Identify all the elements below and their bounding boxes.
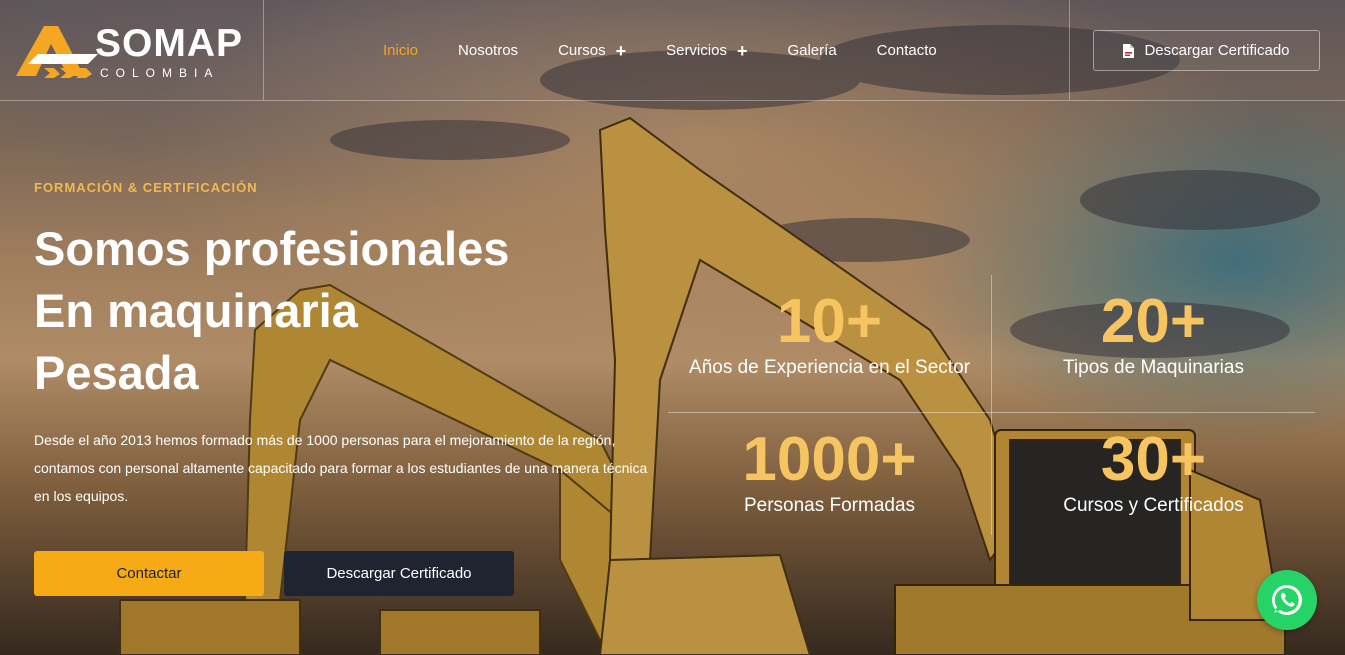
nav-item-label: Inicio — [383, 42, 419, 59]
nav-item-galeria[interactable]: Galería — [787, 41, 836, 61]
stat-label: Cursos y Certificados — [1063, 495, 1244, 516]
stat-label: Tipos de Maquinarias — [1063, 357, 1244, 378]
nav-item-label: Nosotros — [458, 42, 519, 59]
stats-divider-horizontal — [668, 412, 1315, 413]
nav-item-label: Contacto — [876, 42, 937, 59]
nav-item-cursos[interactable]: Cursos + — [558, 41, 626, 61]
nav-item-nosotros[interactable]: Nosotros — [458, 41, 518, 61]
header-actions: Descargar Certificado — [1069, 0, 1345, 100]
headline-line: Somos profesionales — [34, 222, 510, 275]
site-header: SOMAP COLOMBIA Inicio Nosotros Cursos + … — [0, 0, 1345, 101]
stat-experience: 10+ Años de Experiencia en el Sector — [668, 287, 991, 379]
hero-description: Desde el año 2013 hemos formado más de 1… — [34, 432, 648, 504]
stat-value: 10+ — [776, 287, 883, 356]
stats-grid: 10+ Años de Experiencia en el Sector 20+… — [668, 275, 1315, 535]
nav-item-label: Servicios — [666, 42, 727, 59]
nav-item-label: Galería — [787, 42, 837, 59]
stat-value: 20+ — [1100, 287, 1207, 356]
main-nav: Inicio Nosotros Cursos + Servicios + Gal… — [383, 41, 977, 61]
logo[interactable]: SOMAP COLOMBIA — [0, 0, 264, 100]
nav-item-label: Cursos — [558, 42, 606, 59]
download-certificate-label: Descargar Certificado — [1144, 42, 1290, 59]
logo-wordmark: SOMAP — [95, 22, 244, 65]
pdf-file-icon — [1123, 43, 1135, 58]
download-certificate-button[interactable]: Descargar Certificado — [284, 551, 514, 596]
stat-label: Años de Experiencia en el Sector — [689, 357, 970, 378]
stat-people-trained: 1000+ Personas Formadas — [668, 425, 991, 517]
logo-mark-icon — [16, 26, 98, 78]
whatsapp-button[interactable] — [1257, 570, 1317, 630]
hero-headline: Somos profesionales En maquinaria Pesada — [34, 218, 509, 404]
nav-item-servicios[interactable]: Servicios + — [666, 41, 747, 61]
headline-line: En maquinaria — [34, 284, 358, 337]
plus-icon[interactable]: + — [737, 41, 748, 61]
nav-item-contacto[interactable]: Contacto — [877, 41, 937, 61]
nav-item-inicio[interactable]: Inicio — [383, 41, 418, 61]
whatsapp-icon — [1272, 585, 1302, 615]
stat-label: Personas Formadas — [743, 495, 916, 516]
plus-icon[interactable]: + — [616, 41, 627, 61]
contact-button[interactable]: Contactar — [34, 551, 264, 596]
logo-subtitle: COLOMBIA — [100, 66, 220, 80]
stat-value: 1000+ — [742, 425, 917, 494]
stat-value: 30+ — [1100, 425, 1207, 494]
hero-eyebrow: FORMACIÓN & CERTIFICACIÓN — [34, 180, 258, 195]
download-certificate-header-button[interactable]: Descargar Certificado — [1093, 30, 1320, 71]
headline-line: Pesada — [34, 346, 199, 399]
stat-courses: 30+ Cursos y Certificados — [992, 425, 1315, 517]
stat-machinery-types: 20+ Tipos de Maquinarias — [992, 287, 1315, 379]
